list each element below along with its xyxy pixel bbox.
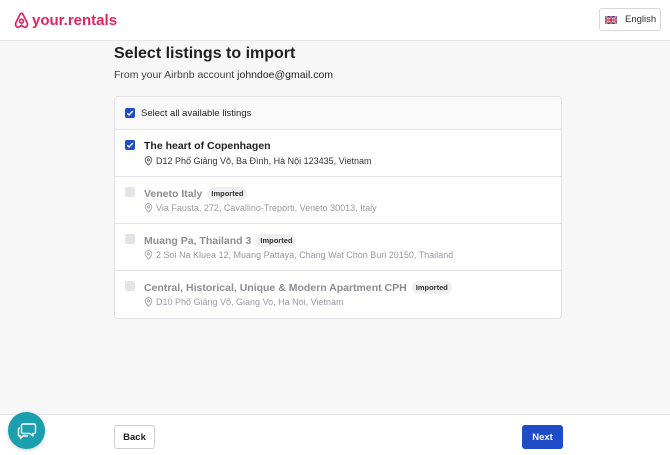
page-title: Select listings to import xyxy=(114,45,296,62)
listing-address-text: 2 Soi Na Kluea 12, Muang Pattaya, Chang … xyxy=(156,250,454,260)
listings-card: Select all available listings The heart … xyxy=(114,96,562,319)
language-label: English xyxy=(625,14,657,25)
listing-address-text: D12 Phố Giảng Võ, Ba Đình, Hà Nội 123435… xyxy=(156,156,372,166)
listing-checkbox xyxy=(125,234,135,244)
listing-row: Veneto Italy Imported Via Fausta, 272, C… xyxy=(115,177,561,224)
logo-text: your.rentals xyxy=(32,11,118,29)
listing-address-text: D10 Phố Giảng Võ, Giang Vo, Ha Noi, Viet… xyxy=(156,297,344,307)
checkmark-icon xyxy=(126,110,134,116)
listing-checkbox xyxy=(125,281,135,291)
uk-flag-icon xyxy=(605,15,617,24)
listing-address-text: Via Fausta, 272, Cavallino-Treporti, Ven… xyxy=(156,203,377,213)
subtitle-prefix: From your Airbnb account xyxy=(114,69,235,81)
chat-button[interactable] xyxy=(8,412,45,449)
listing-checkbox[interactable] xyxy=(125,140,135,150)
listing-address: D12 Phố Giảng Võ, Ba Đình, Hà Nội 123435… xyxy=(144,156,371,166)
listing-row: Muang Pa, Thailand 3 Imported 2 Soi Na K… xyxy=(115,224,561,271)
top-bar: your.rentals English xyxy=(0,0,670,41)
listing-row[interactable]: The heart of Copenhagen D12 Phố Giảng Võ… xyxy=(115,130,561,177)
listing-title-text: Central, Historical, Unique & Modern Apa… xyxy=(144,281,407,294)
listing-title: The heart of Copenhagen xyxy=(144,140,271,152)
language-selector[interactable]: English xyxy=(599,8,661,31)
footer-bar: Back Next xyxy=(0,414,670,455)
checkmark-icon xyxy=(126,142,134,148)
map-pin-icon xyxy=(144,297,153,307)
listing-checkbox xyxy=(125,187,135,197)
listing-title-text: The heart of Copenhagen xyxy=(144,140,271,152)
listing-title: Veneto Italy Imported xyxy=(144,187,248,200)
select-all-row[interactable]: Select all available listings xyxy=(115,97,561,130)
imported-badge: Imported xyxy=(411,281,452,294)
airbnb-logo-icon xyxy=(14,11,29,28)
imported-badge: Imported xyxy=(256,234,297,247)
listing-address: D10 Phố Giảng Võ, Giang Vo, Ha Noi, Viet… xyxy=(144,297,343,307)
next-button[interactable]: Next xyxy=(522,425,563,449)
listing-address: Via Fausta, 272, Cavallino-Treporti, Ven… xyxy=(144,203,377,213)
account-email: johndoe@gmail.com xyxy=(237,69,334,81)
listing-title-text: Muang Pa, Thailand 3 xyxy=(144,234,252,247)
imported-badge: Imported xyxy=(207,187,248,200)
listing-address: 2 Soi Na Kluea 12, Muang Pattaya, Chang … xyxy=(144,250,453,260)
listing-row: Central, Historical, Unique & Modern Apa… xyxy=(115,271,561,318)
map-pin-icon xyxy=(144,156,153,166)
listing-title: Central, Historical, Unique & Modern Apa… xyxy=(144,281,452,294)
chat-bubble-icon xyxy=(17,422,36,439)
listing-title-text: Veneto Italy xyxy=(144,187,203,200)
select-all-checkbox[interactable] xyxy=(125,108,135,118)
map-pin-icon xyxy=(144,250,153,260)
map-pin-icon xyxy=(144,203,153,213)
select-all-label: Select all available listings xyxy=(141,107,252,119)
listing-title: Muang Pa, Thailand 3 Imported xyxy=(144,234,297,247)
back-button[interactable]: Back xyxy=(114,425,155,449)
main-content: Select listings to import From your Airb… xyxy=(114,43,562,319)
brand-logo[interactable]: your.rentals xyxy=(14,9,117,31)
subtitle: From your Airbnb account johndoe@gmail.c… xyxy=(114,69,562,81)
